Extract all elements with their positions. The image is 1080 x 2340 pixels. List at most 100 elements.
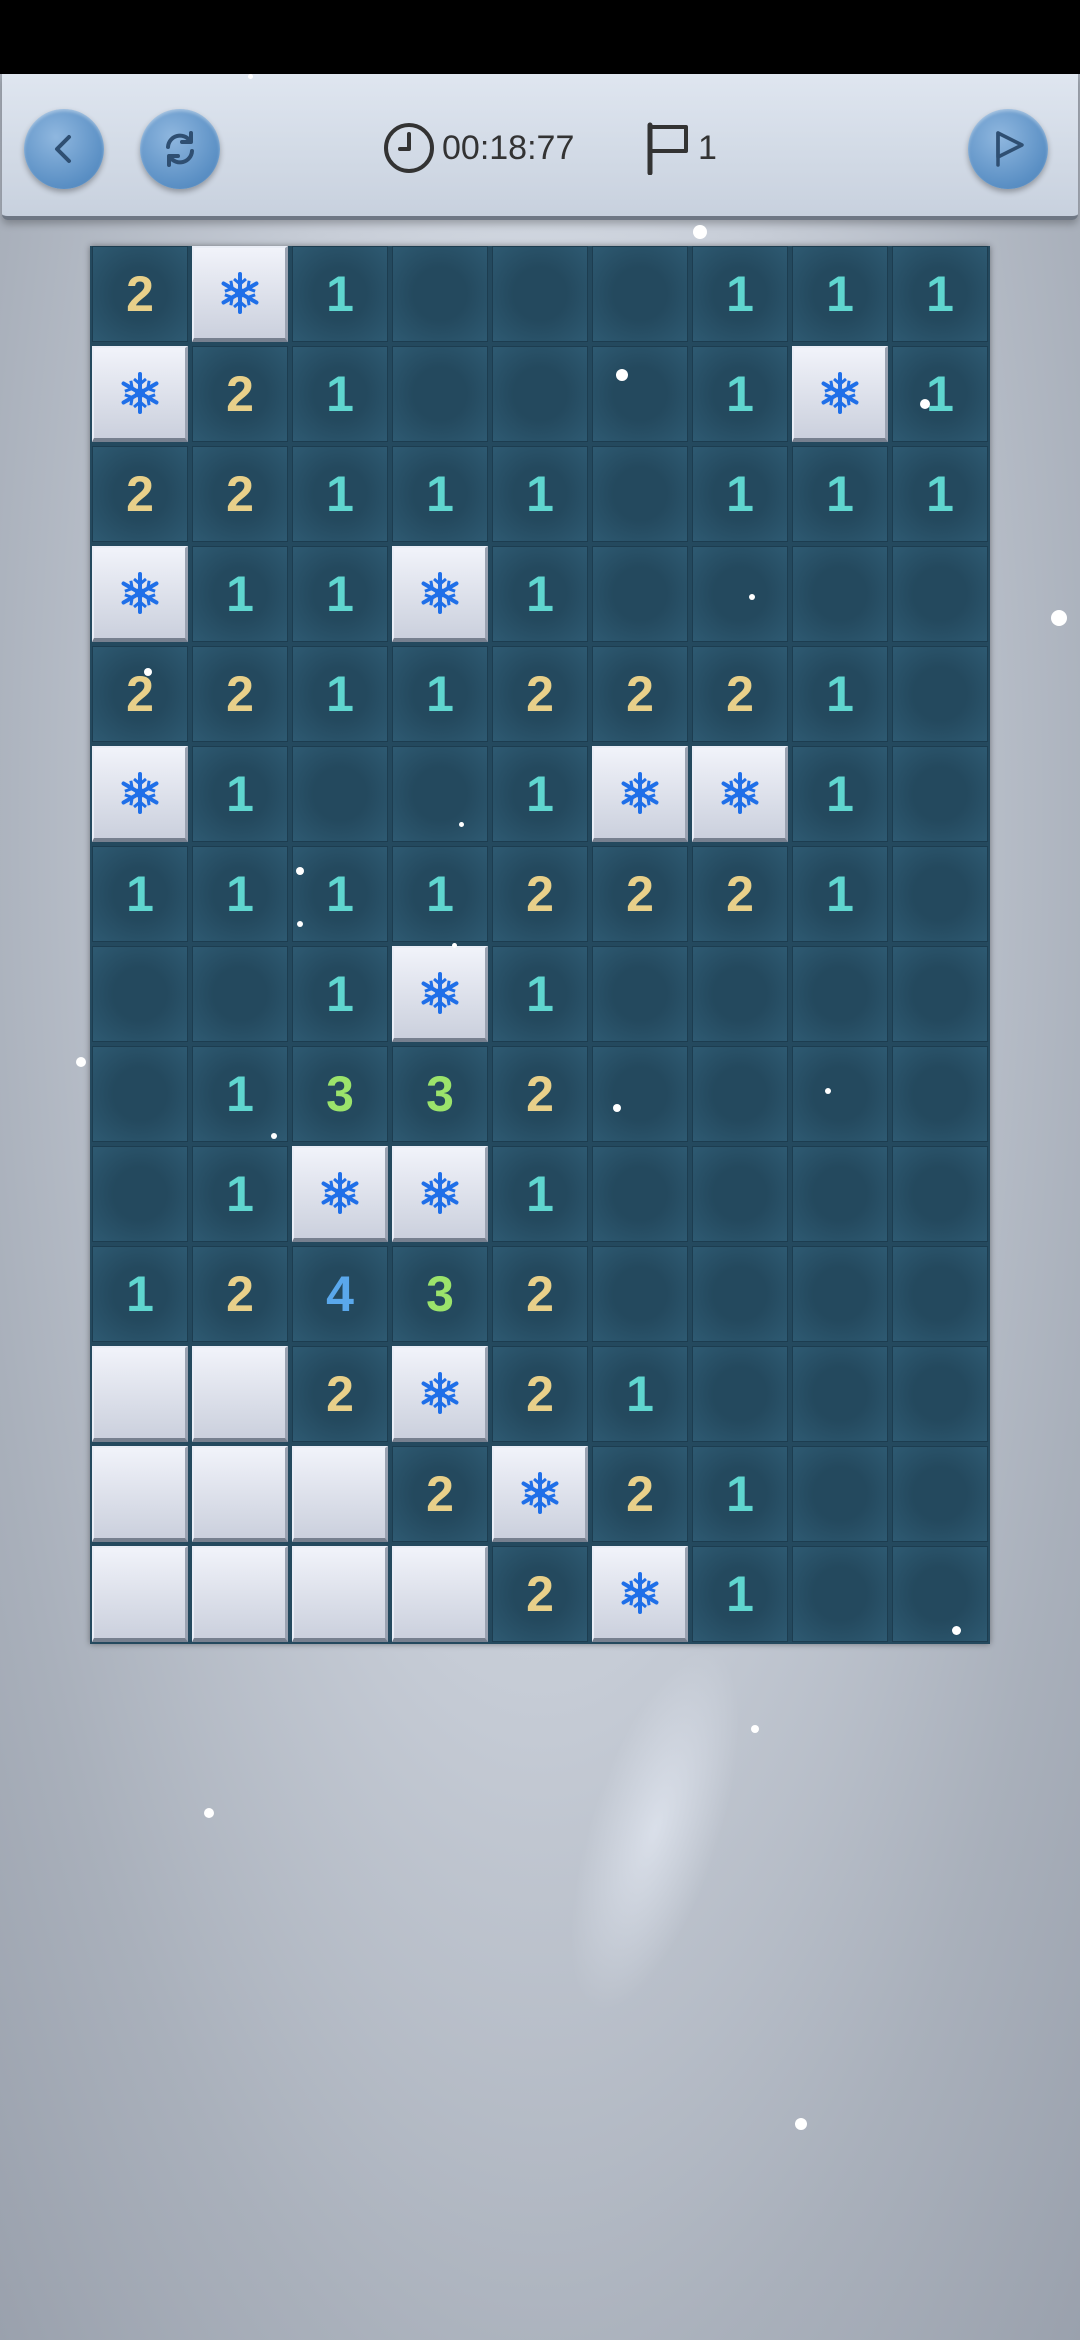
flagged-cell[interactable]	[492, 1446, 588, 1542]
number-cell[interactable]: 1	[792, 746, 888, 842]
covered-cell[interactable]	[292, 1446, 388, 1542]
flagged-cell[interactable]	[392, 546, 488, 642]
number-cell[interactable]: 2	[492, 1246, 588, 1342]
number-cell[interactable]: 1	[492, 946, 588, 1042]
number-cell[interactable]: 1	[192, 746, 288, 842]
empty-cell[interactable]	[792, 1246, 888, 1342]
number-cell[interactable]: 1	[192, 1146, 288, 1242]
empty-cell[interactable]	[292, 746, 388, 842]
number-cell[interactable]: 1	[292, 346, 388, 442]
empty-cell[interactable]	[892, 646, 988, 742]
empty-cell[interactable]	[792, 1046, 888, 1142]
number-cell[interactable]: 1	[292, 646, 388, 742]
number-cell[interactable]: 1	[692, 346, 788, 442]
number-cell[interactable]: 1	[792, 246, 888, 342]
number-cell[interactable]: 1	[392, 446, 488, 542]
empty-cell[interactable]	[392, 346, 488, 442]
empty-cell[interactable]	[492, 246, 588, 342]
empty-cell[interactable]	[892, 846, 988, 942]
empty-cell[interactable]	[592, 446, 688, 542]
empty-cell[interactable]	[792, 1346, 888, 1442]
number-cell[interactable]: 1	[892, 246, 988, 342]
number-cell[interactable]: 1	[292, 246, 388, 342]
number-cell[interactable]: 1	[592, 1346, 688, 1442]
number-cell[interactable]: 1	[692, 246, 788, 342]
number-cell[interactable]: 3	[292, 1046, 388, 1142]
number-cell[interactable]: 1	[192, 846, 288, 942]
empty-cell[interactable]	[692, 546, 788, 642]
empty-cell[interactable]	[392, 246, 488, 342]
covered-cell[interactable]	[392, 1546, 488, 1642]
back-button[interactable]	[24, 109, 104, 189]
number-cell[interactable]: 1	[392, 646, 488, 742]
flagged-cell[interactable]	[292, 1146, 388, 1242]
empty-cell[interactable]	[892, 1046, 988, 1142]
covered-cell[interactable]	[92, 1346, 188, 1442]
number-cell[interactable]: 1	[792, 446, 888, 542]
restart-button[interactable]	[140, 109, 220, 189]
number-cell[interactable]: 2	[192, 446, 288, 542]
number-cell[interactable]: 1	[492, 446, 588, 542]
number-cell[interactable]: 2	[492, 1046, 588, 1142]
flagged-cell[interactable]	[192, 246, 288, 342]
flagged-cell[interactable]	[92, 746, 188, 842]
empty-cell[interactable]	[692, 1146, 788, 1242]
empty-cell[interactable]	[692, 1046, 788, 1142]
covered-cell[interactable]	[92, 1546, 188, 1642]
empty-cell[interactable]	[592, 1046, 688, 1142]
number-cell[interactable]: 1	[392, 846, 488, 942]
empty-cell[interactable]	[92, 946, 188, 1042]
empty-cell[interactable]	[492, 346, 588, 442]
number-cell[interactable]: 2	[492, 846, 588, 942]
number-cell[interactable]: 1	[292, 846, 388, 942]
number-cell[interactable]: 2	[292, 1346, 388, 1442]
number-cell[interactable]: 1	[492, 546, 588, 642]
number-cell[interactable]: 2	[192, 646, 288, 742]
number-cell[interactable]: 1	[92, 1246, 188, 1342]
number-cell[interactable]: 1	[692, 446, 788, 542]
empty-cell[interactable]	[892, 746, 988, 842]
covered-cell[interactable]	[192, 1446, 288, 1542]
number-cell[interactable]: 1	[892, 446, 988, 542]
number-cell[interactable]: 2	[592, 846, 688, 942]
number-cell[interactable]: 1	[292, 946, 388, 1042]
number-cell[interactable]: 2	[492, 1546, 588, 1642]
number-cell[interactable]: 1	[192, 1046, 288, 1142]
empty-cell[interactable]	[592, 246, 688, 342]
flagged-cell[interactable]	[392, 1146, 488, 1242]
number-cell[interactable]: 2	[592, 1446, 688, 1542]
flagged-cell[interactable]	[392, 1346, 488, 1442]
covered-cell[interactable]	[92, 1446, 188, 1542]
number-cell[interactable]: 1	[492, 746, 588, 842]
number-cell[interactable]: 2	[192, 346, 288, 442]
empty-cell[interactable]	[792, 1546, 888, 1642]
flagged-cell[interactable]	[92, 346, 188, 442]
number-cell[interactable]: 1	[692, 1446, 788, 1542]
flag-mode-button[interactable]	[968, 109, 1048, 189]
number-cell[interactable]: 2	[492, 646, 588, 742]
number-cell[interactable]: 2	[392, 1446, 488, 1542]
empty-cell[interactable]	[592, 1246, 688, 1342]
number-cell[interactable]: 4	[292, 1246, 388, 1342]
covered-cell[interactable]	[192, 1546, 288, 1642]
empty-cell[interactable]	[692, 946, 788, 1042]
empty-cell[interactable]	[692, 1346, 788, 1442]
number-cell[interactable]: 1	[792, 846, 888, 942]
number-cell[interactable]: 2	[92, 446, 188, 542]
flagged-cell[interactable]	[592, 746, 688, 842]
empty-cell[interactable]	[92, 1046, 188, 1142]
empty-cell[interactable]	[792, 1446, 888, 1542]
number-cell[interactable]: 2	[192, 1246, 288, 1342]
number-cell[interactable]: 1	[792, 646, 888, 742]
empty-cell[interactable]	[192, 946, 288, 1042]
number-cell[interactable]: 2	[692, 846, 788, 942]
empty-cell[interactable]	[692, 1246, 788, 1342]
number-cell[interactable]: 3	[392, 1246, 488, 1342]
number-cell[interactable]: 1	[292, 446, 388, 542]
number-cell[interactable]: 1	[192, 546, 288, 642]
empty-cell[interactable]	[592, 946, 688, 1042]
flagged-cell[interactable]	[792, 346, 888, 442]
empty-cell[interactable]	[892, 546, 988, 642]
flagged-cell[interactable]	[592, 1546, 688, 1642]
empty-cell[interactable]	[792, 946, 888, 1042]
